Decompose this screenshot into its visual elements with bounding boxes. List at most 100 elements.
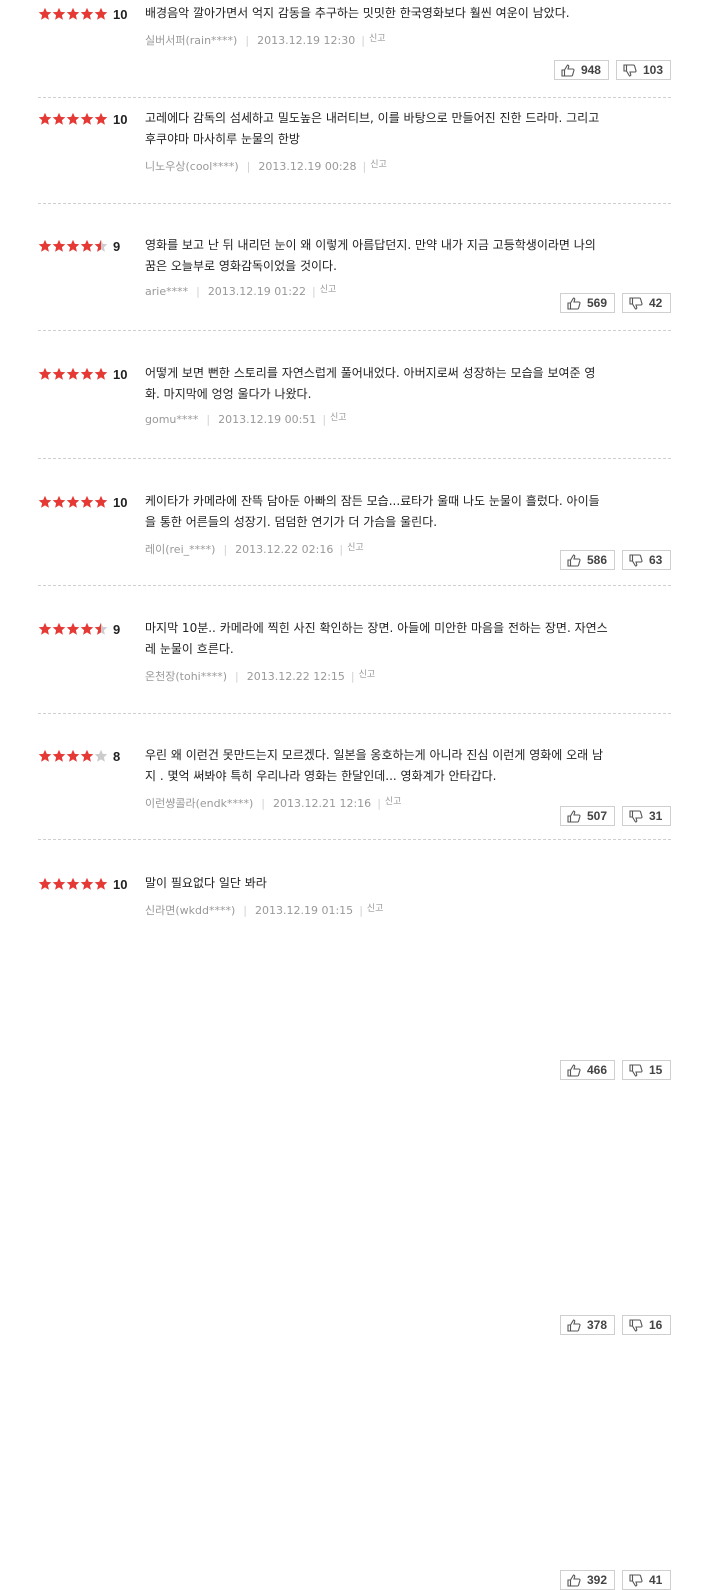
- star-full-icon: [66, 622, 80, 635]
- thumbs-down-icon: [629, 1318, 643, 1332]
- star-full-icon: [38, 112, 52, 125]
- star-rating: 8: [38, 748, 120, 764]
- review-author[interactable]: 니노우상(cool****): [145, 158, 239, 174]
- vote-buttons: 569 42: [559, 293, 671, 313]
- review-text-line: 화. 마지막에 엉엉 울다가 나왔다.: [145, 387, 312, 401]
- review-text-line: 케이타가 카메라에 잔뜩 담아둔 아빠의 잠든 모습...료타가 울때 나도 눈…: [145, 494, 600, 508]
- rating-score: 9: [113, 621, 121, 637]
- report-link[interactable]: 신고: [330, 410, 347, 423]
- review-date: 2013.12.22 02:16: [235, 542, 334, 556]
- meta-divider: |: [322, 413, 327, 426]
- star-full-icon: [66, 749, 80, 762]
- meta-divider: |: [362, 159, 367, 173]
- star-full-icon: [94, 7, 108, 20]
- review-separator: [38, 713, 671, 714]
- review-separator: [38, 585, 671, 586]
- dislike-button[interactable]: 42: [622, 293, 671, 313]
- star-full-icon: [38, 749, 52, 762]
- like-count: 948: [580, 63, 601, 77]
- report-link[interactable]: 신고: [359, 667, 376, 680]
- review-date: 2013.12.19 01:22: [207, 285, 306, 298]
- review-date: 2013.12.19 00:51: [218, 413, 317, 426]
- like-count: 392: [586, 1573, 607, 1587]
- star-full-icon: [80, 877, 94, 890]
- meta-divider: |: [206, 413, 211, 426]
- review-author[interactable]: 온천장(tohi****): [145, 668, 227, 684]
- dislike-button[interactable]: 63: [622, 550, 671, 570]
- star-full-icon: [66, 367, 80, 380]
- review-text: 어떻게 보면 뻔한 스토리를 자연스럽게 풀어내었다. 아버지로써 성장하는 모…: [145, 363, 665, 405]
- meta-divider: |: [350, 669, 355, 683]
- dislike-button[interactable]: 41: [622, 1570, 671, 1590]
- review-text-line: 우린 왜 이런건 못만드는지 모르겠다. 일본을 옹호하는게 아니라 진심 이런…: [145, 748, 604, 762]
- review-text: 우린 왜 이런건 못만드는지 모르겠다. 일본을 옹호하는게 아니라 진심 이런…: [145, 745, 665, 787]
- review-author[interactable]: 실버서퍼(rain****): [145, 32, 237, 48]
- review-text-line: 지 . 몇억 써봐야 특히 우리나라 영화는 한달인데... 영화계가 안타갑다…: [145, 769, 497, 783]
- report-link[interactable]: 신고: [370, 157, 387, 170]
- star-full-icon: [52, 622, 66, 635]
- star-rating: 9: [38, 238, 120, 254]
- review-text-line: 배경음악 깔아가면서 억지 감동을 추구하는 밋밋한 한국영화보다 훨씬 여운이…: [145, 6, 570, 20]
- star-full-icon: [66, 495, 80, 508]
- review-author[interactable]: 레이(rei_****): [145, 541, 215, 557]
- review-author[interactable]: 이런썅콜라(endk****): [145, 795, 253, 811]
- review-meta: 레이(rei_****) | 2013.12.22 02:16 | 신고: [145, 541, 364, 557]
- meta-divider: |: [377, 796, 381, 810]
- dislike-count: 103: [642, 63, 663, 77]
- star-full-icon: [80, 749, 94, 762]
- report-link[interactable]: 신고: [369, 31, 386, 44]
- report-link[interactable]: 신고: [367, 901, 384, 914]
- star-rating: 10: [38, 876, 127, 892]
- review-text: 마지막 10분.. 카메라에 찍힌 사진 확인하는 장면. 아들에 미안한 마음…: [145, 618, 665, 660]
- dislike-count: 41: [649, 1573, 663, 1587]
- thumbs-down-icon: [629, 1573, 643, 1587]
- star-half-icon: [94, 622, 108, 635]
- rating-score: 9: [113, 238, 121, 254]
- star-rating: 9: [38, 621, 120, 637]
- review-date: 2013.12.22 12:15: [246, 669, 345, 683]
- like-button[interactable]: 378: [559, 1315, 615, 1335]
- rating-score: 10: [113, 6, 128, 22]
- report-link[interactable]: 신고: [347, 540, 364, 553]
- star-full-icon: [80, 112, 94, 125]
- star-full-icon: [66, 7, 80, 20]
- review-author[interactable]: arie****: [145, 285, 188, 298]
- like-button[interactable]: 392: [559, 1570, 615, 1590]
- star-full-icon: [66, 112, 80, 125]
- review-text: 배경음악 깔아가면서 억지 감동을 추구하는 밋밋한 한국영화보다 훨씬 여운이…: [145, 3, 665, 24]
- review-text: 케이타가 카메라에 잔뜩 담아둔 아빠의 잠든 모습...료타가 울때 나도 눈…: [145, 491, 665, 533]
- like-button[interactable]: 948: [553, 60, 609, 80]
- review-text-line: 고레에다 감독의 섬세하고 밀도높은 내러티브, 이를 바탕으로 만들어진 진한…: [145, 111, 600, 125]
- review-meta: 이런썅콜라(endk****) | 2013.12.21 12:16 | 신고: [145, 795, 401, 811]
- meta-divider: |: [235, 669, 239, 683]
- star-full-icon: [66, 877, 80, 890]
- dislike-button[interactable]: 31: [622, 806, 671, 826]
- thumbs-down-icon: [629, 296, 643, 310]
- star-half-icon: [94, 239, 108, 252]
- thumbs-down-icon: [623, 63, 637, 77]
- like-button[interactable]: 466: [559, 1060, 615, 1080]
- dislike-button[interactable]: 103: [615, 60, 671, 80]
- dislike-count: 31: [649, 809, 663, 823]
- report-link[interactable]: 신고: [320, 282, 337, 295]
- star-full-icon: [66, 239, 80, 252]
- review-author[interactable]: 신라면(wkdd****): [145, 902, 235, 918]
- star-rating: 10: [38, 111, 127, 127]
- like-button[interactable]: 507: [559, 806, 615, 826]
- star-full-icon: [38, 367, 52, 380]
- star-full-icon: [80, 622, 94, 635]
- rating-score: 10: [113, 494, 128, 510]
- review-meta: 실버서퍼(rain****) | 2013.12.19 12:30 | 신고: [145, 32, 386, 48]
- review-author[interactable]: gomu****: [145, 413, 198, 426]
- report-link[interactable]: 신고: [385, 794, 402, 807]
- star-full-icon: [52, 367, 66, 380]
- like-button[interactable]: 586: [559, 550, 615, 570]
- star-rating: 10: [38, 494, 127, 510]
- dislike-button[interactable]: 15: [622, 1060, 671, 1080]
- review-text: 말이 필요없다 일단 봐라: [145, 873, 665, 894]
- like-button[interactable]: 569: [559, 293, 615, 313]
- thumbs-up-icon: [567, 553, 581, 567]
- thumbs-down-icon: [629, 1063, 643, 1077]
- thumbs-up-icon: [561, 63, 575, 77]
- dislike-button[interactable]: 16: [622, 1315, 671, 1335]
